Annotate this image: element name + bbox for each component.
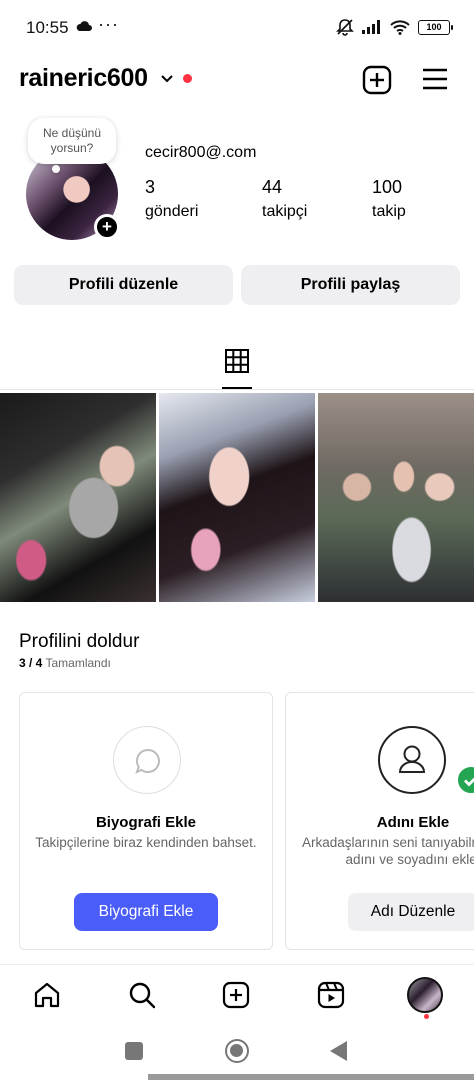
home-icon[interactable] (32, 980, 62, 1010)
card-title: Biyografi Ekle (95, 814, 197, 831)
user-icon (378, 726, 446, 794)
posts-count: 3 (145, 177, 156, 197)
progress-count: 3 / 4 (19, 656, 43, 670)
create-icon[interactable] (221, 980, 251, 1010)
nav-create[interactable] (216, 975, 256, 1015)
notification-dot (424, 1014, 429, 1019)
wifi-icon (390, 19, 410, 35)
tab-divider (0, 389, 474, 390)
checkmark-icon (456, 765, 474, 795)
note-bubble-text: Ne düşünü yorsun? (42, 126, 102, 155)
battery-level: 100 (426, 22, 442, 32)
hamburger-menu-icon[interactable] (422, 68, 448, 90)
chevron-down-icon[interactable] (160, 74, 174, 84)
search-icon[interactable] (127, 980, 157, 1010)
following-count: 100 (372, 177, 403, 197)
stat-followers[interactable]: 44 takipçi (262, 177, 307, 221)
signal-icon (362, 20, 380, 34)
nav-search[interactable] (122, 975, 162, 1015)
reels-icon[interactable] (316, 980, 346, 1010)
card-title: Adını Ekle (376, 814, 450, 831)
note-bubble[interactable]: Ne düşünü yorsun? (28, 118, 116, 173)
speech-bubble-icon (113, 726, 181, 794)
profile-avatar[interactable] (407, 977, 443, 1013)
edit-name-button[interactable]: Adı Düzenle (348, 893, 474, 931)
stat-following[interactable]: 100 takip (372, 177, 406, 221)
nav-reels[interactable] (311, 975, 351, 1015)
gesture-bar (148, 1074, 474, 1080)
followers-count: 44 (262, 177, 283, 197)
post-thumbnail[interactable] (0, 393, 156, 602)
notification-dot (183, 74, 192, 83)
card-description: Takipçilerine biraz kendinden bahset. (35, 835, 257, 850)
post-thumbnail[interactable] (159, 393, 315, 602)
active-tab-indicator (222, 387, 252, 389)
home-button[interactable] (225, 1039, 249, 1063)
account-username[interactable]: raineric600 (19, 64, 148, 93)
add-story-plus-icon[interactable]: + (94, 214, 120, 240)
edit-profile-button[interactable]: Profili düzenle (14, 265, 233, 305)
nav-home[interactable] (27, 975, 67, 1015)
profile-display-name: cecir800@.com (145, 144, 257, 161)
mute-bell-icon (336, 19, 354, 36)
post-thumbnail[interactable] (318, 393, 474, 602)
status-bar: 10:55 ··· 100 (0, 0, 474, 56)
cloud-icon (76, 21, 92, 31)
card-description: Arkadaşlarının seni tanıyabilmesi için a… (301, 835, 474, 867)
share-profile-button[interactable]: Profili paylaş (241, 265, 460, 305)
complete-profile-progress: 3 / 4 Tamamlandı (19, 656, 111, 670)
add-bio-button[interactable]: Biyografi Ekle (74, 893, 218, 931)
progress-label: Tamamlandı (45, 656, 111, 670)
status-time: 10:55 (26, 18, 69, 37)
add-name-card: Adını Ekle Arkadaşlarının seni tanıyabil… (285, 692, 474, 950)
battery-indicator: 100 (418, 19, 453, 35)
profile-header: raineric600 (0, 60, 474, 100)
plus-square-icon[interactable] (362, 65, 392, 95)
posts-label: gönderi (145, 203, 199, 220)
status-right: 100 (336, 18, 453, 36)
following-label: takip (372, 203, 406, 220)
stat-posts[interactable]: 3 gönderi (145, 177, 198, 221)
nav-profile[interactable] (405, 975, 445, 1015)
add-bio-card: Biyografi Ekle Takipçilerine biraz kendi… (19, 692, 273, 950)
followers-label: takipçi (262, 203, 308, 220)
complete-profile-title: Profilini doldur (19, 631, 140, 652)
back-button[interactable] (330, 1041, 347, 1061)
bottom-nav-divider (0, 964, 474, 965)
grid-icon[interactable] (222, 346, 252, 376)
recent-apps-button[interactable] (125, 1042, 143, 1060)
status-more-dots: ··· (98, 14, 119, 34)
